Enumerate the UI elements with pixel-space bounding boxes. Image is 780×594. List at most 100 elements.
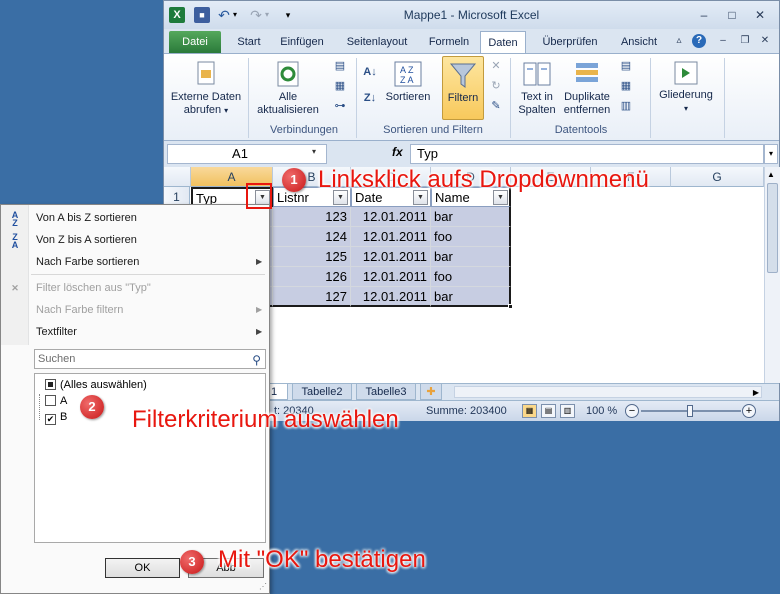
zoom-slider-thumb[interactable] [687,405,693,417]
cell-name[interactable]: bar [431,287,511,307]
tab-datei[interactable]: Datei [169,31,221,53]
ok-button[interactable]: OK [105,558,180,578]
status-sum: Summe: 203400 [426,405,507,417]
menu-item-sort-az[interactable]: Von A bis Z sortieren [36,212,137,224]
cell-listnr[interactable]: 124 [273,227,351,247]
name-box-dropdown-icon[interactable]: ▾ [312,147,316,156]
data-validation-icon[interactable]: ▤ [618,58,634,74]
name-box[interactable]: A1 [167,144,327,164]
tab-start[interactable]: Start [229,31,269,53]
page-break-view-icon[interactable]: ▥ [560,404,575,418]
menu-item-sort-color[interactable]: Nach Farbe sortieren [36,256,139,268]
fill-handle[interactable] [508,304,513,309]
checkbox-select-all[interactable] [45,379,56,390]
minimize-button[interactable]: – [694,6,714,24]
column-header-g[interactable]: G [671,167,764,187]
cell-listnr[interactable]: 126 [273,267,351,287]
normal-view-icon[interactable]: ▦ [522,404,537,418]
cell-date[interactable]: 12.01.2011 [351,207,431,227]
outline-button[interactable]: Gliederung ▾ [654,60,718,115]
menu-item-text-filter[interactable]: Textfilter [36,326,77,338]
svg-text:A Z: A Z [400,65,414,75]
cell-date[interactable]: 12.01.2011 [351,267,431,287]
cell-name[interactable]: foo [431,227,511,247]
consolidate-icon[interactable]: ▦ [618,78,634,94]
remove-duplicates-button[interactable]: Duplikate entfernen [560,60,614,117]
tab-formeln[interactable]: Formeln [424,31,474,53]
list-item-b[interactable]: ✔ B [45,411,67,425]
cell-name[interactable]: bar [431,207,511,227]
text-to-columns-label: Text in Spalten [518,91,556,116]
close-button[interactable]: ✕ [750,6,770,24]
advanced-filter-icon[interactable]: ✎ [488,98,504,114]
connections-icon[interactable]: ▤ [332,58,348,74]
cell-name[interactable]: bar [431,247,511,267]
tab-daten[interactable]: Daten [480,31,526,54]
cell-date[interactable]: 12.01.2011 [351,227,431,247]
properties-icon[interactable]: ▦ [332,78,348,94]
help-icon[interactable]: ? [692,34,706,48]
expand-formula-bar-icon[interactable]: ▾ [764,144,778,164]
ribbon-minimize-icon[interactable]: ▵ [672,34,686,48]
vertical-scrollbar[interactable]: ▲ [764,167,780,383]
sheet-tab-tabelle2[interactable]: Tabelle2 [292,384,352,400]
checkbox-b[interactable]: ✔ [45,414,56,425]
filter-search-input[interactable]: Suchen ⚲ [34,349,266,369]
refresh-all-button[interactable]: Alle aktualisieren [252,60,324,117]
annotation-step1: Linksklick aufs Dropdownmenü [318,166,649,193]
zoom-out-icon[interactable]: − [625,404,639,418]
sheet-tab-tabelle3[interactable]: Tabelle3 [356,384,416,400]
horizontal-scrollbar[interactable]: ▶ [454,386,762,398]
select-all-corner[interactable] [164,167,191,187]
maximize-button[interactable]: □ [722,6,742,24]
what-if-icon[interactable]: ▥ [618,98,634,114]
workbook-close-button[interactable]: ✕ [758,34,772,48]
reapply-icon[interactable]: ↻ [488,78,504,94]
menu-item-sort-za[interactable]: Von Z bis A sortieren [36,234,137,246]
external-data-button[interactable]: Externe Daten abrufen ▾ [168,60,244,117]
menu-separator [31,274,265,275]
title-bar: X ■ ↶ ▾ ↷ ▾ ▾ Mappe1 - Microsoft Excel –… [164,1,779,29]
ribbon-tabs: Datei Start Einfügen Seitenlayout Formel… [164,29,779,54]
cell-listnr[interactable]: 127 [273,287,351,307]
outline-label: Gliederung [659,89,713,101]
list-item-select-all[interactable]: (Alles auswählen) [45,379,147,391]
scroll-up-icon[interactable]: ▲ [767,170,775,179]
zoom-level[interactable]: 100 % [586,405,617,417]
page-layout-view-icon[interactable]: ▤ [541,404,556,418]
annotation-step2: Filterkriterium auswählen [132,406,399,433]
outline-icon [674,61,698,85]
workbook-restore-button[interactable]: ❐ [738,34,752,48]
scroll-right-icon[interactable]: ▶ [753,387,759,399]
insert-sheet-icon[interactable]: ✚ [420,384,442,400]
filter-button[interactable]: Filtern [442,56,484,120]
edit-links-icon[interactable]: ⊶ [332,98,348,114]
list-item-a[interactable]: A [45,395,67,407]
item-label-a: A [60,395,68,407]
sort-az-icon[interactable]: A↓ [362,64,378,80]
tab-ansicht[interactable]: Ansicht [614,31,664,53]
svg-text:Z A: Z A [400,75,414,85]
checkbox-a[interactable] [45,395,56,406]
sort-button[interactable]: A ZZ A Sortieren [382,60,434,104]
cell-date[interactable]: 12.01.2011 [351,287,431,307]
clear-filter-icon[interactable]: ✕ [488,58,504,74]
tab-ueberpruefen[interactable]: Überprüfen [534,31,606,53]
insert-function-icon[interactable]: fx [392,145,403,159]
workbook-minimize-button[interactable]: – [716,34,730,48]
zoom-in-icon[interactable]: + [742,404,756,418]
tab-einfuegen[interactable]: Einfügen [274,31,330,53]
vertical-scroll-thumb[interactable] [767,183,778,273]
cell-listnr[interactable]: 123 [273,207,351,227]
cell-date[interactable]: 12.01.2011 [351,247,431,267]
filter-value-list[interactable]: (Alles auswählen) A ✔ B [34,373,266,543]
tab-seitenlayout[interactable]: Seitenlayout [338,31,416,53]
filter-funnel-icon [449,63,477,88]
cell-listnr[interactable]: 125 [273,247,351,267]
menu-item-clear-filter: Filter löschen aus "Typ" [36,282,151,294]
formula-input[interactable]: Typ [410,144,764,164]
text-to-columns-button[interactable]: Text in Spalten [514,60,560,117]
cell-name[interactable]: foo [431,267,511,287]
resize-grip-icon[interactable]: ⋰ [259,582,267,591]
sort-za-icon[interactable]: Z↓ [362,90,378,106]
